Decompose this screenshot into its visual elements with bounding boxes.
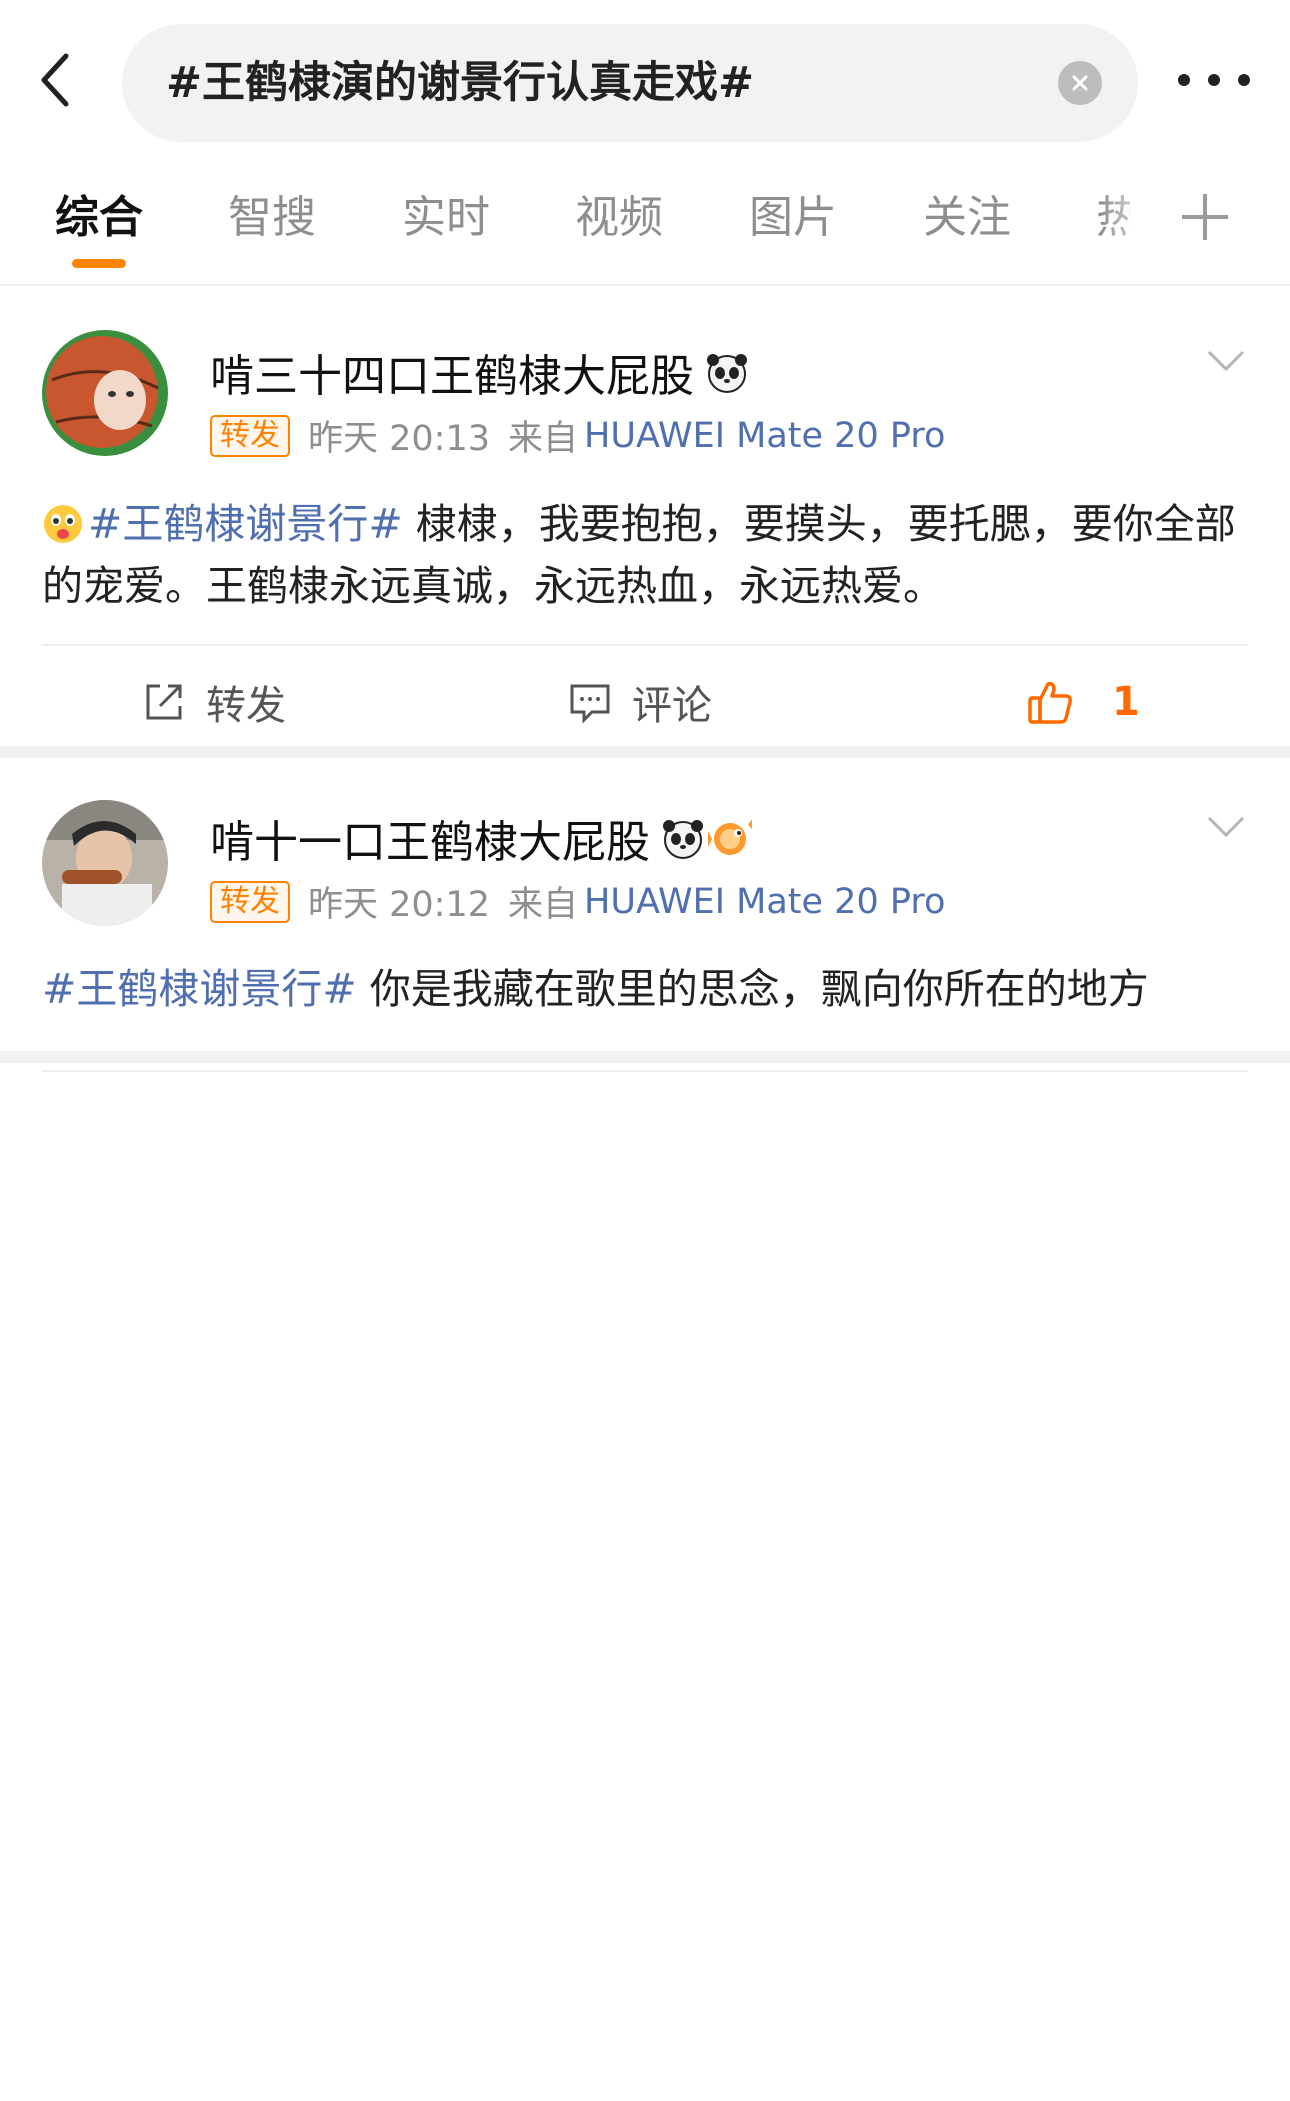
post-source[interactable]: HUAWEI Mate 20 Pro xyxy=(584,882,945,922)
clear-search-button[interactable] xyxy=(1058,61,1102,105)
panda-emoji-icon xyxy=(707,354,747,393)
tab-comprehensive[interactable]: 综合 xyxy=(55,188,143,268)
avatar[interactable] xyxy=(42,800,168,926)
more-dot-icon xyxy=(1178,74,1190,86)
post-time: 昨天 20:13 xyxy=(308,419,490,459)
tab-label: 智搜 xyxy=(228,192,316,243)
like-button[interactable]: 1 xyxy=(1026,648,1140,756)
active-tab-indicator xyxy=(72,259,126,268)
more-options-button[interactable] xyxy=(1178,60,1250,100)
post-source[interactable]: HUAWEI Mate 20 Pro xyxy=(584,416,945,456)
search-results-feed: 啃三十四口王鹤棣大屁股 转发 昨天 20:13 来自 HUAWEI Mate 2… xyxy=(0,288,1290,1072)
repost-button[interactable]: 转发 xyxy=(142,648,286,756)
repost-label: 转发 xyxy=(206,683,286,729)
back-button[interactable] xyxy=(30,50,80,110)
tab-bar: 综合 智搜 实时 视频 图片 关注 热 xyxy=(0,170,1290,286)
post-card[interactable]: 啃十一口王鹤棣大屁股 转发 昨天 20:12 来自 HUAWEI Mate 20… xyxy=(0,758,1290,1072)
tab-video[interactable]: 视频 xyxy=(575,188,663,268)
source-prefix: 来自 xyxy=(508,419,579,459)
tab-fade-overlay xyxy=(1100,170,1160,270)
repost-tag: 转发 xyxy=(210,414,290,457)
search-bar[interactable]: #王鹤棣演的谢景行认真走戏# xyxy=(122,24,1138,142)
tab-label: 图片 xyxy=(749,192,837,243)
tab-realtime[interactable]: 实时 xyxy=(402,188,490,268)
username-text[interactable]: 啃三十四口王鹤棣大屁股 xyxy=(210,340,694,404)
post-username[interactable]: 啃十一口王鹤棣大屁股 xyxy=(210,806,754,870)
divider xyxy=(42,644,1248,646)
tab-label: 综合 xyxy=(55,192,143,243)
panda-emoji-icon xyxy=(663,820,703,859)
tongue-face-emoji-icon xyxy=(44,505,82,543)
tab-following[interactable]: 关注 xyxy=(923,188,1011,268)
thumbs-up-icon xyxy=(1028,681,1072,724)
tab-label: 关注 xyxy=(923,192,1011,243)
post-time: 昨天 20:12 xyxy=(308,885,490,925)
post-content[interactable]: #王鹤棣谢景行# 你是我藏在歌里的思念，飘向你所在的地方 xyxy=(42,958,1252,1020)
post-card[interactable]: 啃三十四口王鹤棣大屁股 转发 昨天 20:13 来自 HUAWEI Mate 2… xyxy=(0,288,1290,758)
source-prefix: 来自 xyxy=(508,885,579,925)
tab-images[interactable]: 图片 xyxy=(749,188,837,268)
chevron-down-icon[interactable] xyxy=(1206,348,1246,374)
more-dot-icon xyxy=(1238,74,1250,86)
topic-link[interactable]: #王鹤棣谢景行# xyxy=(42,965,357,1013)
chevron-down-icon[interactable] xyxy=(1206,814,1246,840)
avatar[interactable] xyxy=(42,330,168,456)
add-tab-plus-icon[interactable] xyxy=(1182,194,1228,240)
more-dot-icon xyxy=(1208,74,1220,86)
pufferfish-emoji-icon xyxy=(708,819,752,855)
post-meta: 转发 昨天 20:12 来自 HUAWEI Mate 20 Pro xyxy=(210,876,945,927)
search-input[interactable]: #王鹤棣演的谢景行认真走戏# xyxy=(166,24,754,142)
post-actions: 转发 评论 1 xyxy=(0,648,1290,756)
top-bar: #王鹤棣演的谢景行认真走戏# xyxy=(0,0,1290,160)
tab-label: 实时 xyxy=(402,192,490,243)
username-text[interactable]: 啃十一口王鹤棣大屁股 xyxy=(210,806,650,870)
share-icon xyxy=(146,684,182,720)
close-icon xyxy=(1072,75,1088,91)
chevron-left-icon xyxy=(41,53,69,107)
repost-tag: 转发 xyxy=(210,880,290,923)
tab-label: 视频 xyxy=(575,192,663,243)
post-content[interactable]: #王鹤棣谢景行# 棣棣，我要抱抱，要摸头，要托腮，要你全部的宠爱。王鹤棣永远真诚… xyxy=(42,493,1252,617)
topic-link[interactable]: #王鹤棣谢景行# xyxy=(88,500,403,548)
comment-icon xyxy=(570,684,610,724)
post-meta: 转发 昨天 20:13 来自 HUAWEI Mate 20 Pro xyxy=(210,410,945,461)
divider xyxy=(42,1070,1248,1072)
comment-button[interactable]: 评论 xyxy=(568,648,712,756)
post-text: 你是我藏在歌里的思念，飘向你所在的地方 xyxy=(356,965,1149,1013)
comment-label: 评论 xyxy=(632,683,712,729)
post-username[interactable]: 啃三十四口王鹤棣大屁股 xyxy=(210,340,750,404)
tab-smart-search[interactable]: 智搜 xyxy=(228,188,316,268)
like-count: 1 xyxy=(1112,679,1140,725)
